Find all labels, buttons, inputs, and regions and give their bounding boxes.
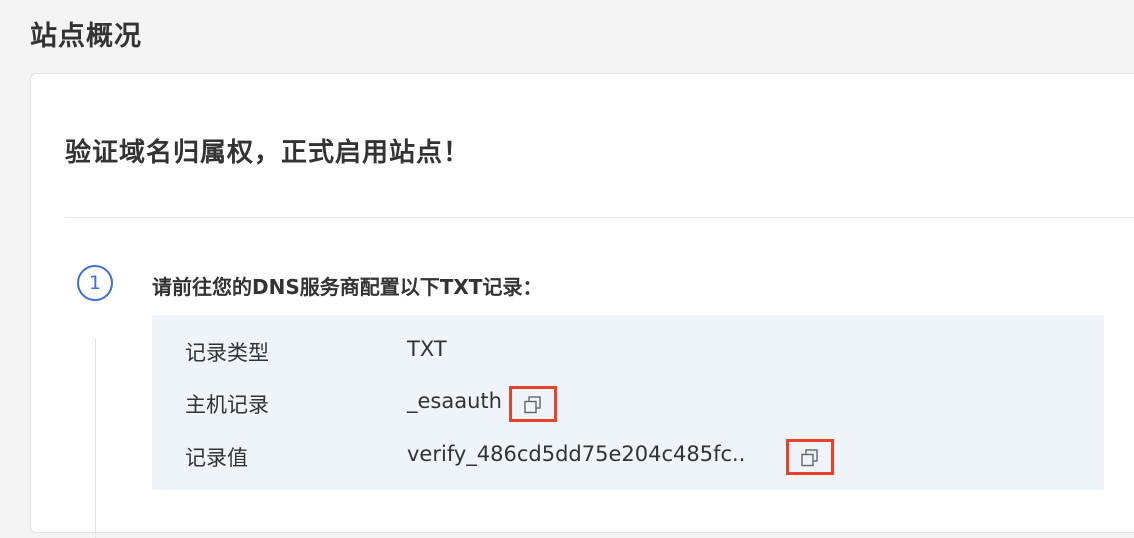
record-type-label: 记录类型: [185, 341, 269, 365]
record-row-host: 主机记录 _esaauth: [152, 381, 1104, 421]
divider: [65, 217, 1134, 218]
copy-icon: [801, 449, 818, 467]
card-heading: 验证域名归属权，正式启用站点！: [65, 138, 471, 168]
txt-record-panel: 记录类型 TXT 主机记录 _esaauth 记录值 verify_486cd5…: [152, 315, 1104, 490]
record-value-label: 记录值: [185, 446, 248, 470]
step-number-badge: 1: [77, 265, 113, 301]
site-overview-card: 验证域名归属权，正式启用站点！ 1 请前往您的DNS服务商配置以下TXT记录： …: [30, 73, 1134, 538]
step-title: 请前往您的DNS服务商配置以下TXT记录：: [152, 275, 543, 299]
record-type-value: TXT: [407, 337, 447, 361]
host-record-value: _esaauth: [407, 389, 502, 413]
record-row-type: 记录类型 TXT: [152, 329, 1104, 369]
copy-icon: [524, 396, 541, 414]
record-value-text: verify_486cd5dd75e204c485fc..: [407, 442, 746, 466]
step-connector-line: [95, 338, 96, 538]
record-row-value: 记录值 verify_486cd5dd75e204c485fc..: [152, 434, 1104, 474]
host-record-label: 主机记录: [185, 393, 269, 417]
copy-record-value-button[interactable]: [786, 439, 834, 475]
copy-host-record-button[interactable]: [509, 386, 557, 422]
page-title: 站点概况: [30, 21, 142, 52]
